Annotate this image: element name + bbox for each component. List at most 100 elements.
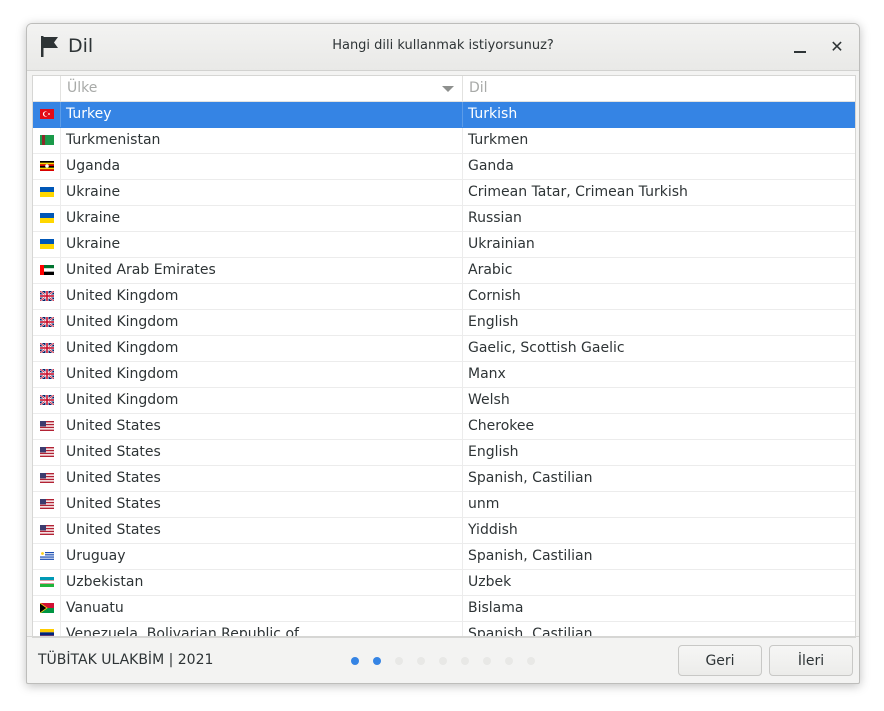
language-table: Ülke Dil Turkey Turkish Turkmenistan Turkme… [32, 75, 856, 638]
flag-uk-icon [40, 369, 54, 379]
language-cell: Bislama [468, 600, 524, 616]
flag-cell [33, 310, 61, 335]
country-cell: United Kingdom [61, 336, 463, 361]
country-cell: United States [61, 518, 463, 543]
country-cell: Vanuatu [61, 596, 463, 621]
country-cell: United Kingdom [61, 388, 463, 413]
table-row[interactable]: United States Cherokee [33, 414, 855, 440]
country-cell: United States [61, 492, 463, 517]
flag-cell [33, 128, 61, 153]
language-column-header[interactable]: Dil [463, 76, 855, 101]
table-row[interactable]: Ukraine Ukrainian [33, 232, 855, 258]
back-button[interactable]: Geri [678, 645, 762, 676]
flag-cell [33, 102, 61, 127]
step-dot [351, 657, 359, 665]
country-cell: United Kingdom [61, 310, 463, 335]
table-row[interactable]: Turkey Turkish [33, 102, 855, 128]
language-cell: English [468, 314, 519, 330]
step-dot [395, 657, 403, 665]
flag-uk-icon [40, 395, 54, 405]
country-cell: Uganda [61, 154, 463, 179]
table-row[interactable]: Ukraine Crimean Tatar, Crimean Turkish [33, 180, 855, 206]
step-dot [417, 657, 425, 665]
next-button[interactable]: İleri [769, 645, 853, 676]
flag-cell [33, 284, 61, 309]
country-cell: Uruguay [61, 544, 463, 569]
table-row[interactable]: United Kingdom Cornish [33, 284, 855, 310]
country-cell: Ukraine [61, 232, 463, 257]
language-cell: unm [468, 496, 500, 512]
table-row[interactable]: United States Yiddish [33, 518, 855, 544]
table-row[interactable]: United States Spanish, Castilian [33, 466, 855, 492]
country-column-header[interactable]: Ülke [61, 76, 463, 101]
flag-ukraine-icon [40, 213, 54, 223]
flag-cell [33, 258, 61, 283]
flag-uganda-icon [40, 161, 54, 171]
language-cell: Gaelic, Scottish Gaelic [468, 340, 625, 356]
flag-uzbekistan-icon [40, 577, 54, 587]
flag-cell [33, 492, 61, 517]
table-header: Ülke Dil [33, 76, 855, 102]
language-dialog: Dil Hangi dili kullanmak istiyorsunuz? ✕… [26, 23, 860, 684]
flag-cell [33, 440, 61, 465]
table-row[interactable]: Uzbekistan Uzbek [33, 570, 855, 596]
table-row[interactable]: United Kingdom Gaelic, Scottish Gaelic [33, 336, 855, 362]
table-row[interactable]: Ukraine Russian [33, 206, 855, 232]
language-cell: English [468, 444, 519, 460]
country-cell: United States [61, 414, 463, 439]
language-cell: Crimean Tatar, Crimean Turkish [468, 184, 688, 200]
flag-uk-icon [40, 317, 54, 327]
table-row[interactable]: Vanuatu Bislama [33, 596, 855, 622]
flag-us-icon [40, 473, 54, 483]
flag-cell [33, 154, 61, 179]
flag-us-icon [40, 421, 54, 431]
close-icon: ✕ [830, 37, 844, 56]
language-cell: Arabic [468, 262, 513, 278]
flag-column-header[interactable] [33, 76, 61, 101]
language-cell: Cherokee [468, 418, 535, 434]
titlebar: Dil Hangi dili kullanmak istiyorsunuz? ✕ [27, 24, 859, 71]
flag-us-icon [40, 447, 54, 457]
table-row[interactable]: Turkmenistan Turkmen [33, 128, 855, 154]
language-cell: Uzbek [468, 574, 512, 590]
country-cell: Turkmenistan [61, 128, 463, 153]
table-row[interactable]: Uruguay Spanish, Castilian [33, 544, 855, 570]
language-cell: Yiddish [468, 522, 518, 538]
country-column-label: Ülke [67, 80, 98, 96]
flag-cell [33, 596, 61, 621]
table-row[interactable]: Uganda Ganda [33, 154, 855, 180]
flag-cell [33, 570, 61, 595]
language-cell: Manx [468, 366, 506, 382]
language-cell: Turkish [468, 106, 518, 122]
step-dot [461, 657, 469, 665]
flag-uae-icon [40, 265, 54, 275]
flag-cell [33, 362, 61, 387]
flag-us-icon [40, 525, 54, 535]
country-cell: Ukraine [61, 180, 463, 205]
minimize-icon [794, 51, 806, 53]
flag-cell [33, 232, 61, 257]
country-cell: United Arab Emirates [61, 258, 463, 283]
table-row[interactable]: United Kingdom Welsh [33, 388, 855, 414]
close-button[interactable]: ✕ [824, 34, 850, 60]
table-row[interactable]: United Arab Emirates Arabic [33, 258, 855, 284]
step-dot [483, 657, 491, 665]
flag-turkey-icon [40, 109, 54, 119]
flag-cell [33, 466, 61, 491]
table-row[interactable]: United Kingdom Manx [33, 362, 855, 388]
flag-uruguay-icon [40, 551, 54, 561]
flag-turkmenistan-icon [40, 135, 54, 145]
flag-ukraine-icon [40, 187, 54, 197]
country-cell: United States [61, 466, 463, 491]
minimize-button[interactable] [787, 34, 813, 60]
table-row[interactable]: United States unm [33, 492, 855, 518]
language-cell: Spanish, Castilian [468, 548, 593, 564]
country-cell: United Kingdom [61, 284, 463, 309]
country-cell: Ukraine [61, 206, 463, 231]
country-cell: Turkey [61, 102, 463, 127]
language-cell: Turkmen [468, 132, 529, 148]
flag-cell [33, 206, 61, 231]
language-cell: Cornish [468, 288, 521, 304]
table-row[interactable]: United Kingdom English [33, 310, 855, 336]
table-row[interactable]: United States English [33, 440, 855, 466]
